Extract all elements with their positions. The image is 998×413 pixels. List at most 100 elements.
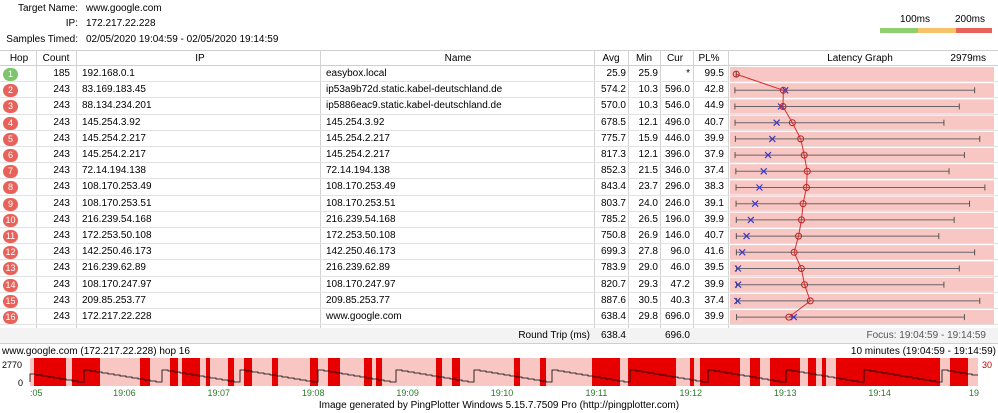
hop-avg: 785.2: [600, 213, 626, 225]
hop-min: 26.9: [638, 230, 658, 241]
round-trip-cur: 696.0: [664, 330, 690, 341]
timeline-time-label: 19: [969, 388, 979, 398]
packet-loss-block: [822, 358, 826, 386]
packet-loss-block: [540, 358, 546, 386]
packet-loss-block: [140, 358, 150, 386]
hop-cur: *: [686, 68, 690, 79]
packet-loss-block: [592, 358, 620, 386]
hop-min: 10.3: [638, 100, 658, 112]
hop-pl: 42.8: [704, 84, 724, 96]
timeline-time-label: 19:14: [868, 388, 891, 398]
hop-name: 216.239.62.89: [326, 262, 390, 274]
latency-row-bg: [730, 67, 994, 82]
col-min-header[interactable]: Min: [630, 51, 658, 67]
col-cur-header[interactable]: Cur: [660, 51, 690, 67]
timeline-time-label: 19:12: [680, 388, 703, 398]
hop-avg: 678.5: [600, 116, 626, 128]
packet-loss-block: [628, 358, 676, 386]
hop-name: 145.254.3.92: [326, 116, 385, 128]
col-ip-header[interactable]: IP: [80, 51, 320, 67]
hop-number: 15: [3, 294, 18, 308]
hop-ip: 108.170.253.49: [82, 181, 152, 193]
hop-name: 209.85.253.77: [326, 294, 390, 306]
hop-count: 243: [53, 100, 70, 112]
hop-min: 26.5: [638, 213, 658, 225]
hop-pl: 39.9: [704, 311, 724, 322]
hop-min: 15.9: [638, 132, 658, 144]
timeline-time-label: 19:09: [396, 388, 419, 398]
hop-ip: 145.254.2.217: [82, 132, 146, 144]
hop-min: 30.5: [638, 294, 658, 306]
target-name-label: Target Name:: [17, 3, 78, 14]
hop-cur: 496.0: [664, 116, 690, 128]
hop-name: easybox.local: [326, 68, 387, 79]
hop-pl: 40.7: [704, 230, 724, 241]
col-name-header[interactable]: Name: [322, 51, 594, 67]
hop-cur: 696.0: [664, 311, 690, 322]
hop-min: 25.9: [638, 68, 658, 79]
hop-pl: 99.5: [704, 68, 724, 79]
hop-cur: 96.0: [670, 246, 690, 258]
hop-name: 145.254.2.217: [326, 132, 390, 144]
col-hop-header[interactable]: Hop: [4, 51, 34, 67]
col-pl-header[interactable]: PL%: [694, 51, 724, 67]
hop-number: 12: [3, 246, 18, 260]
packet-loss-block: [376, 358, 382, 386]
hop-ip: 145.254.3.92: [82, 116, 141, 128]
timeline-graph[interactable]: 2770 0 30:05 19:06 19:07 19:08 19:09 19:10 19:11…: [0, 356, 998, 400]
hop-cur: 546.0: [664, 100, 690, 112]
hop-number: 4: [3, 116, 18, 130]
hop-cur: 446.0: [664, 132, 690, 144]
graph-scale-max[interactable]: 2979ms: [940, 51, 986, 67]
hop-count: 243: [53, 132, 70, 144]
hop-pl: 39.9: [704, 132, 724, 144]
ip-value[interactable]: 172.217.22.228: [86, 17, 156, 31]
packet-loss-block: [272, 358, 278, 386]
col-count-header[interactable]: Count: [38, 51, 74, 67]
hop-cur: 396.0: [664, 149, 690, 160]
packet-loss-block: [436, 358, 442, 386]
hop-count: 243: [53, 197, 70, 209]
hop-count: 243: [53, 246, 70, 258]
hop-min: 12.1: [638, 116, 658, 128]
packet-loss-block: [808, 358, 816, 386]
hop-pl: 39.5: [704, 262, 724, 274]
hop-ip: 108.170.247.97: [82, 278, 152, 290]
packet-loss-block: [182, 358, 200, 386]
focus-range[interactable]: Focus: 19:04:59 - 19:14:59: [846, 328, 986, 344]
hop-min: 24.0: [638, 197, 658, 209]
hop-number: 16: [3, 311, 18, 324]
hop-count: 243: [53, 230, 70, 241]
hop-pl: 44.9: [704, 100, 724, 112]
timeline-loss-scale: 30: [982, 360, 992, 370]
timeline-time-label: 19:10: [491, 388, 514, 398]
hop-cur: 346.0: [664, 165, 690, 177]
table-header: Hop Count IP Name Avg Min Cur PL% Latenc…: [0, 50, 998, 67]
hop-count: 243: [53, 116, 70, 128]
timeline-y-zero: 0: [18, 378, 23, 388]
hop-ip: 192.168.0.1: [82, 68, 135, 79]
hop-name: www.google.com: [326, 311, 402, 322]
hop-number: 5: [3, 132, 18, 146]
hop-name: 108.170.253.51: [326, 197, 396, 209]
hop-count: 243: [53, 84, 70, 96]
hop-number: 6: [3, 149, 18, 162]
hop-cur: 596.0: [664, 84, 690, 96]
timeline-time-label: 19:08: [302, 388, 325, 398]
packet-loss-block: [34, 358, 66, 386]
hop-ip: 145.254.2.217: [82, 149, 146, 160]
hop-name: 145.254.2.217: [326, 149, 390, 160]
hop-cur: 46.0: [670, 262, 690, 274]
timeline-time-label: 19:11: [585, 388, 607, 398]
hop-min: 29.8: [638, 311, 658, 322]
hop-cur: 246.0: [664, 197, 690, 209]
hop-cur: 196.0: [664, 213, 690, 225]
col-avg-header[interactable]: Avg: [596, 51, 626, 67]
hop-pl: 37.4: [704, 165, 724, 177]
hop-min: 12.1: [638, 149, 658, 160]
target-name-value[interactable]: www.google.com: [86, 2, 162, 16]
hop-count: 185: [53, 68, 70, 79]
hop-avg: 775.7: [600, 132, 626, 144]
legend-good-bar: [880, 28, 918, 33]
hop-cur: 296.0: [664, 181, 690, 193]
